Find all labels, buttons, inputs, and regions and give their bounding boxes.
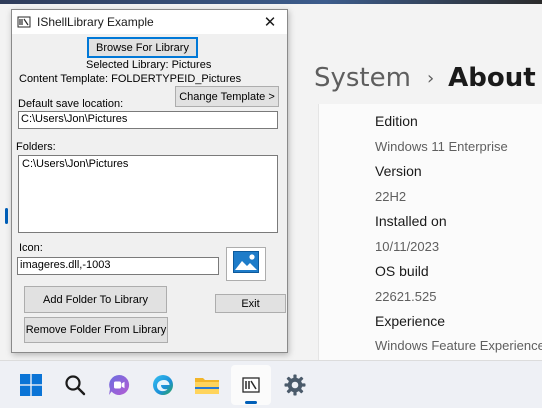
dialog-titlebar[interactable]: IShellLibrary Example ✕ (12, 10, 287, 34)
search-icon[interactable] (55, 365, 95, 405)
remove-folder-button[interactable]: Remove Folder From Library (24, 317, 168, 343)
browse-for-library-button[interactable]: Browse For Library (87, 37, 198, 58)
settings-gear-icon[interactable] (275, 365, 315, 405)
icon-label: Icon: (19, 242, 43, 254)
close-icon[interactable]: ✕ (253, 10, 287, 34)
shell-library-dialog: IShellLibrary Example ✕ Browse For Libra… (11, 9, 288, 353)
spec-value-os-build: 22621.525 (375, 289, 437, 304)
content-template-text: Content Template: FOLDERTYPEID_Pictures (19, 73, 242, 85)
pictures-icon (233, 250, 259, 278)
icon-path-field[interactable]: imageres.dll,-1003 (17, 257, 219, 275)
running-indicator (245, 401, 257, 404)
spec-label-os-build: OS build (375, 263, 429, 279)
taskbar (0, 360, 542, 408)
nav-selection-indicator (5, 208, 8, 224)
spec-value-edition: Windows 11 Enterprise (375, 139, 508, 154)
exit-button[interactable]: Exit (215, 294, 286, 313)
edge-browser-icon[interactable] (143, 365, 183, 405)
shell-library-app-icon[interactable] (231, 365, 271, 405)
settings-title-strip (0, 0, 542, 4)
page-title: About (448, 63, 536, 93)
add-folder-button[interactable]: Add Folder To Library (24, 286, 167, 313)
library-app-icon (17, 15, 31, 29)
list-item[interactable]: C:\Users\Jon\Pictures (22, 158, 274, 170)
windows-start-icon[interactable] (11, 365, 51, 405)
file-explorer-icon[interactable] (187, 365, 227, 405)
spec-label-edition: Edition (375, 113, 418, 129)
breadcrumb-system[interactable]: System (314, 63, 411, 93)
spec-value-version: 22H2 (375, 189, 407, 204)
selected-library-text: Selected Library: Pictures (86, 59, 212, 71)
spec-label-version: Version (375, 163, 422, 179)
change-template-button[interactable]: Change Template > (175, 86, 279, 107)
chevron-right-icon: › (426, 67, 435, 89)
breadcrumb: System › About (314, 58, 536, 98)
default-save-location-label: Default save location: (18, 98, 124, 110)
default-save-location-field[interactable]: C:\Users\Jon\Pictures (18, 111, 278, 129)
folders-list[interactable]: C:\Users\Jon\Pictures (18, 155, 278, 233)
spec-value-installed-on: 10/11/2023 (375, 239, 440, 254)
library-icon-preview (226, 247, 266, 281)
spec-label-installed-on: Installed on (375, 213, 447, 229)
spec-value-experience: Windows Feature Experience (375, 338, 542, 353)
dialog-title: IShellLibrary Example (37, 15, 154, 29)
teams-chat-icon[interactable] (99, 365, 139, 405)
spec-label-experience: Experience (375, 313, 446, 329)
folders-label: Folders: (16, 141, 56, 153)
